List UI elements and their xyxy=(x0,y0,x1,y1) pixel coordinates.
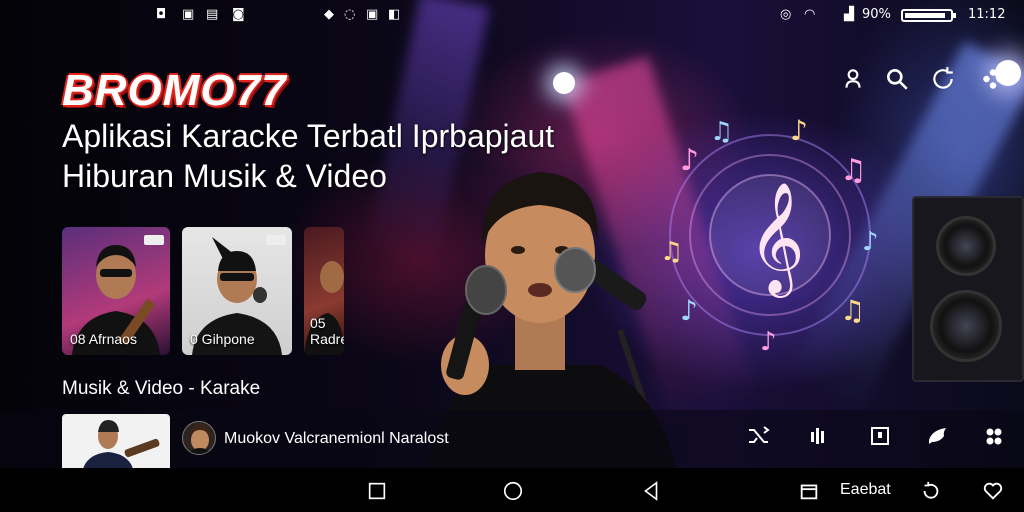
now-playing-thumbnail[interactable] xyxy=(62,414,170,472)
track-title[interactable]: Muokov Valcranemionl Naralost xyxy=(224,430,449,448)
status-bar: ◘ ▣ ▤ ◙ ◆ ◌ ▣ ◧ ◎ ◠ ▟ 90% 11:12 xyxy=(0,4,1024,26)
profile-icon[interactable] xyxy=(838,64,868,94)
rotate-icon[interactable] xyxy=(918,478,944,504)
clock: 11:12 xyxy=(968,7,1006,22)
app-logo: BROMO77 xyxy=(62,66,287,115)
svg-text:♫: ♫ xyxy=(840,153,867,188)
menu-icon[interactable] xyxy=(978,64,1008,94)
users-icon[interactable] xyxy=(980,422,1008,450)
heart-icon[interactable] xyxy=(980,478,1006,504)
notification-icon: ◙ xyxy=(232,7,245,22)
svg-text:♪: ♪ xyxy=(862,227,879,257)
shuffle-icon[interactable] xyxy=(744,422,772,450)
notification-icon: ◧ xyxy=(388,7,401,22)
bird-icon[interactable] xyxy=(924,422,952,450)
battery-percent: 90% xyxy=(862,7,891,22)
notification-icon: ◆ xyxy=(324,7,334,22)
svg-text:♫: ♫ xyxy=(840,294,865,327)
wifi-icon: ◠ xyxy=(804,7,816,22)
subtitle-line: Aplikasi Karacke Terbatl Iprbapjaut xyxy=(62,118,555,154)
thumbnail-label: 0 Gihpone xyxy=(190,331,255,347)
thumbnail-image xyxy=(82,420,160,472)
thumbnail-label: 08 Afrnaos xyxy=(70,331,137,347)
back-button[interactable] xyxy=(638,478,664,504)
recent-apps-button[interactable] xyxy=(364,478,390,504)
app-subtitle: Aplikasi Karacke Terbatl Iprbapjaut Hibu… xyxy=(62,116,582,196)
square-stop-icon[interactable] xyxy=(866,422,894,450)
video-thumbnail[interactable]: 08 Afrnaos xyxy=(62,227,170,355)
quality-badge xyxy=(266,235,286,245)
avatar[interactable] xyxy=(182,421,216,455)
notification-icon: ▣ xyxy=(182,7,195,22)
subtitle-line: Hiburan Musik & Video xyxy=(62,158,387,194)
svg-text:♪: ♪ xyxy=(760,327,777,357)
nav-label[interactable]: Eaebat xyxy=(840,481,891,499)
svg-text:𝄞: 𝄞 xyxy=(748,181,805,298)
refresh-icon[interactable] xyxy=(928,64,958,94)
notification-icon: ◌ xyxy=(344,7,356,22)
alarm-icon: ◎ xyxy=(780,7,792,22)
window-icon[interactable] xyxy=(796,478,822,504)
notification-icon: ▣ xyxy=(366,7,379,22)
notification-icon: ▤ xyxy=(206,7,219,22)
speaker-graphic xyxy=(912,196,1024,382)
thumbnail-label: 05 Radre xyxy=(310,315,344,347)
equalizer-icon[interactable] xyxy=(804,422,832,450)
quality-badge xyxy=(144,235,164,245)
video-thumbnail[interactable]: 05 Radre xyxy=(304,227,344,355)
svg-text:♫: ♫ xyxy=(710,117,733,147)
svg-text:♪: ♪ xyxy=(790,114,808,147)
notification-icon: ◘ xyxy=(156,7,167,22)
signal-icon: ▟ xyxy=(844,7,854,22)
battery-icon xyxy=(901,9,956,22)
video-thumbnail[interactable]: 0 Gihpone xyxy=(182,227,292,355)
section-title: Musik & Video - Karake xyxy=(62,378,261,399)
search-icon[interactable] xyxy=(882,64,912,94)
home-button[interactable] xyxy=(500,478,526,504)
